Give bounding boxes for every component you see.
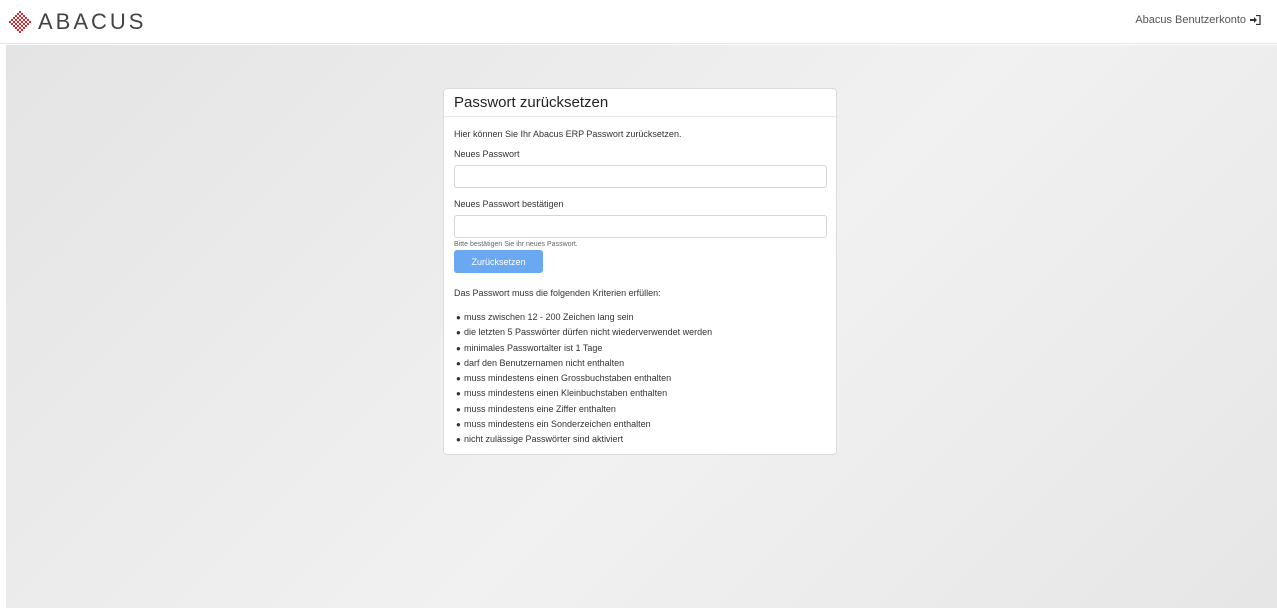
password-reset-card: Passwort zurücksetzen Hier können Sie Ih… xyxy=(443,88,837,455)
list-item: ● nicht zulässige Passwörter sind aktivie… xyxy=(454,432,826,447)
list-item: ● minimales Passwortalter ist 1 Tage xyxy=(454,341,826,356)
bullet-icon: ● xyxy=(456,343,461,353)
criteria-text: die letzten 5 Passwörter dürfen nicht wi… xyxy=(464,327,713,338)
bullet-icon: ● xyxy=(456,435,461,445)
left-edge xyxy=(0,45,6,608)
list-item: ● muss mindestens eine Ziffer enthalten xyxy=(454,402,826,417)
confirm-password-field[interactable] xyxy=(454,215,827,238)
confirm-password-label: Neues Passwort bestätigen xyxy=(454,199,564,209)
account-link[interactable]: Abacus Benutzerkonto xyxy=(1135,14,1261,26)
list-item: ● darf den Benutzernamen nicht enthalten xyxy=(454,356,826,371)
bullet-icon: ● xyxy=(456,374,461,384)
list-item: ● muss zwischen 12 - 200 Zeichen lang sei… xyxy=(454,310,826,325)
card-header: Passwort zurücksetzen xyxy=(444,89,836,117)
page-title: Passwort zurücksetzen xyxy=(454,94,609,111)
page-background: Passwort zurücksetzen Hier können Sie Ih… xyxy=(0,45,1277,608)
new-password-label: Neues Passwort xyxy=(454,149,520,159)
card-body: Hier können Sie Ihr Abacus ERP Passwort … xyxy=(444,117,836,448)
criteria-text: muss mindestens eine Ziffer enthalten xyxy=(464,403,616,414)
list-item: ● muss mindestens ein Sonderzeichen entha… xyxy=(454,417,826,432)
bullet-icon: ● xyxy=(456,389,461,399)
list-item: ● muss mindestens einen Kleinbuchstaben e… xyxy=(454,386,826,401)
criteria-list: ● muss zwischen 12 - 200 Zeichen lang sei… xyxy=(454,310,826,448)
criteria-text: muss mindestens einen Kleinbuchstaben en… xyxy=(464,388,668,399)
bullet-icon: ● xyxy=(456,358,461,368)
intro-text: Hier können Sie Ihr Abacus ERP Passwort … xyxy=(454,129,682,139)
bullet-icon: ● xyxy=(456,404,461,414)
criteria-text: nicht zulässige Passwörter sind aktivier… xyxy=(464,434,624,445)
bullet-icon: ● xyxy=(456,420,461,430)
criteria-text: muss zwischen 12 - 200 Zeichen lang sein xyxy=(464,312,634,322)
top-navbar: ABACUS Abacus Benutzerkonto xyxy=(0,0,1277,44)
sign-in-icon xyxy=(1250,15,1261,25)
criteria-text: darf den Benutzernamen nicht enthalten xyxy=(464,357,625,368)
list-item: ● muss mindestens einen Grossbuchstaben e… xyxy=(454,371,826,386)
bullet-icon: ● xyxy=(456,313,461,322)
confirm-password-hint: Bitte bestätigen Sie ihr neues Passwort. xyxy=(454,241,578,248)
reset-button[interactable]: Zurücksetzen xyxy=(454,250,543,273)
criteria-text: muss mindestens einen Grossbuchstaben en… xyxy=(464,373,672,384)
criteria-text: muss mindestens ein Sonderzeichen enthal… xyxy=(464,419,651,430)
new-password-field[interactable] xyxy=(454,165,827,188)
bullet-icon: ● xyxy=(456,328,461,338)
account-link-label: Abacus Benutzerkonto xyxy=(1135,14,1246,26)
criteria-title: Das Passwort muss die folgenden Kriterie… xyxy=(454,288,661,298)
list-item: ● die letzten 5 Passwörter dürfen nicht w… xyxy=(454,325,826,340)
logo-text: ABACUS xyxy=(38,9,147,34)
abacus-logo[interactable]: ABACUS xyxy=(8,8,146,36)
abacus-diamond-logo-icon xyxy=(8,10,32,34)
criteria-text: minimales Passwortalter ist 1 Tage xyxy=(464,342,603,353)
